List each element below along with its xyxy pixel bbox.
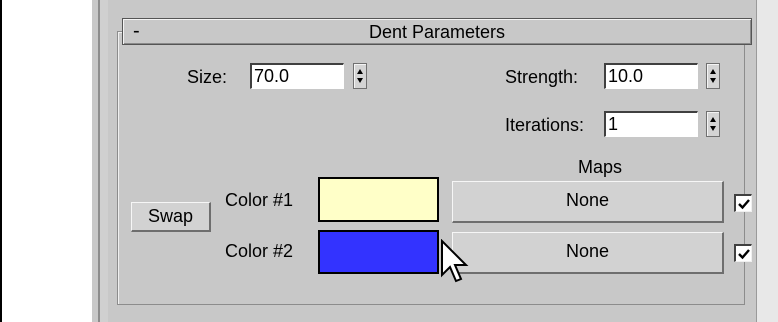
size-label: Size:	[187, 67, 228, 87]
left-border	[0, 0, 2, 322]
panel-scrollbar[interactable]	[756, 0, 778, 322]
spinner-up-icon[interactable]	[710, 117, 716, 122]
checkmark-icon	[738, 249, 750, 260]
maps-header: Maps	[578, 157, 623, 177]
color-1-map-button[interactable]: None	[452, 181, 724, 223]
iterations-spinner[interactable]	[706, 111, 720, 137]
rollout-header-dent-parameters[interactable]: - Dent Parameters	[122, 18, 752, 45]
color-2-swatch[interactable]	[318, 230, 439, 274]
color-1-label: Color #1	[225, 190, 294, 210]
color-1-map-checkbox[interactable]	[734, 194, 752, 212]
iterations-field[interactable]: 1	[604, 111, 698, 137]
strength-spinner[interactable]	[706, 63, 720, 89]
spinner-down-icon[interactable]	[710, 78, 716, 83]
divider-strip-inner	[100, 0, 108, 322]
color-2-label: Color #2	[225, 241, 294, 261]
spinner-down-icon[interactable]	[710, 126, 716, 131]
spinner-up-icon[interactable]	[357, 69, 363, 74]
strength-field[interactable]: 10.0	[604, 63, 698, 89]
swap-button[interactable]: Swap	[131, 202, 211, 232]
rollout-title: Dent Parameters	[368, 22, 506, 42]
strength-label: Strength:	[505, 67, 579, 87]
spinner-down-icon[interactable]	[357, 78, 363, 83]
size-spinner[interactable]	[353, 63, 367, 89]
left-panel	[0, 0, 92, 322]
spinner-up-icon[interactable]	[710, 69, 716, 74]
mouse-pointer-icon	[441, 239, 469, 283]
color-1-swatch[interactable]	[318, 177, 439, 222]
checkmark-icon	[738, 199, 750, 210]
iterations-label: Iterations:	[505, 115, 585, 135]
size-field[interactable]: 70.0	[250, 63, 344, 89]
color-2-map-button[interactable]: None	[452, 232, 724, 274]
color-2-map-checkbox[interactable]	[734, 244, 752, 262]
